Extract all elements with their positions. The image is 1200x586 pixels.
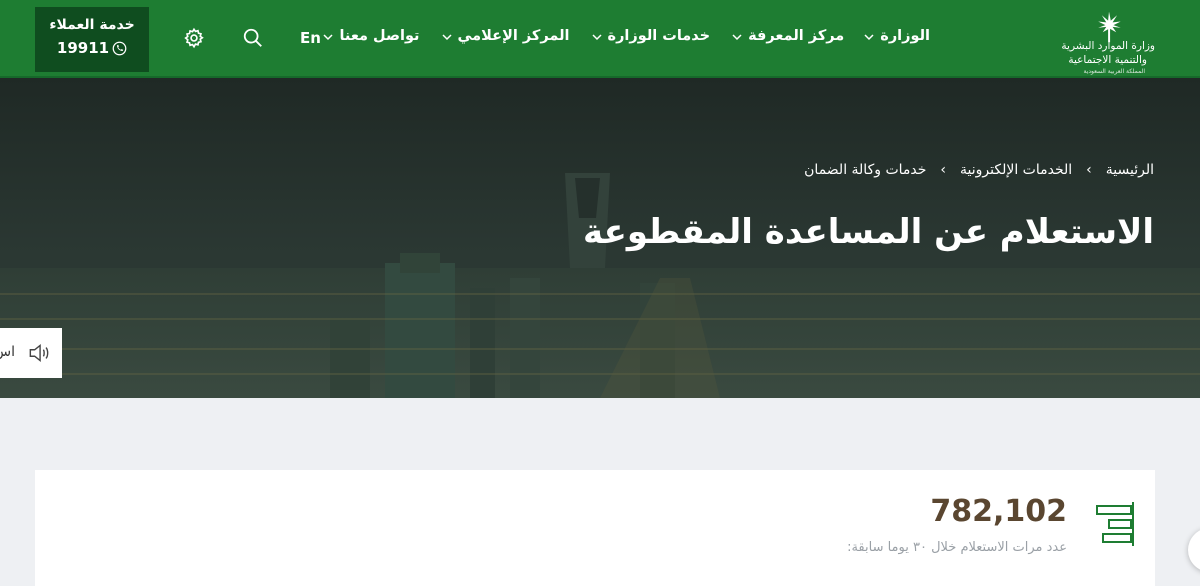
breadcrumb-separator-icon: › [1086,162,1092,178]
chevron-down-icon [591,34,602,41]
breadcrumb-separator-icon: › [940,162,946,178]
nav-label: خدمات الوزارة [607,28,711,44]
chevron-down-icon [323,34,333,41]
page-title: الاستعلام عن المساعدة المقطوعة [582,212,1154,252]
customer-service-number-row[interactable]: 19911 [35,39,149,57]
speaker-icon [29,343,49,363]
settings-gear-icon[interactable] [182,26,206,50]
breadcrumb-item-eservices[interactable]: الخدمات الإلكترونية [960,162,1072,178]
main-navigation: الوزارة مركز المعرفة خدمات الوزارة المرك… [323,28,930,44]
nav-item-contact-us[interactable]: تواصل معنا [323,28,420,44]
hero-banner: الرئيسية › الخدمات الإلكترونية › خدمات و… [0,78,1200,398]
nav-item-media-center[interactable]: المركز الإعلامي [441,28,570,44]
search-icon[interactable] [241,26,265,50]
phone-icon [112,41,127,55]
logo-line-2: والتنمية الاجتماعية [1068,54,1147,66]
ministry-logo[interactable]: وزارة الموارد البشرية والتنمية الاجتماعي… [1055,8,1155,75]
logo-line-1: وزارة الموارد البشرية [1061,40,1155,52]
nav-item-ministry[interactable]: الوزارة [864,28,930,44]
top-navigation-bar: خدمة العملاء 19911 En الوزارة مركز المعر… [0,0,1200,78]
palm-tree-icon [1098,11,1121,43]
nav-item-ministry-services[interactable]: خدمات الوزارة [591,28,711,44]
inquiry-stats-card: 782,102 عدد مرات الاستعلام خلال ٣٠ يوما … [35,470,1155,586]
customer-service-box[interactable]: خدمة العملاء 19911 [35,7,149,72]
chevron-down-icon [732,34,742,41]
logo-line-3: المملكة العربية السعودية [1083,68,1145,75]
nav-item-knowledge-center[interactable]: مركز المعرفة [732,28,844,44]
nav-label: الوزارة [880,28,930,44]
chevron-down-icon [864,34,874,41]
listen-button[interactable]: اس [0,328,62,378]
floating-round-button[interactable] [1188,528,1200,572]
breadcrumb-item-current[interactable]: خدمات وكالة الضمان [804,162,926,178]
nav-label: تواصل معنا [339,28,420,44]
language-switch-button[interactable]: En [300,29,321,47]
chevron-down-icon [441,34,452,41]
stat-label: عدد مرات الاستعلام خلال ٣٠ يوما سابقة: [847,540,1067,555]
customer-service-title: خدمة العملاء [49,17,135,33]
stat-value: 782,102 [930,494,1067,529]
nav-label: مركز المعرفة [748,28,845,44]
nav-label: المركز الإعلامي [457,28,570,44]
breadcrumb: الرئيسية › الخدمات الإلكترونية › خدمات و… [804,162,1154,178]
breadcrumb-item-home[interactable]: الرئيسية [1106,162,1154,178]
listen-label: اس [0,344,15,360]
bar-chart-icon [1096,502,1134,546]
customer-service-number: 19911 [56,39,110,57]
